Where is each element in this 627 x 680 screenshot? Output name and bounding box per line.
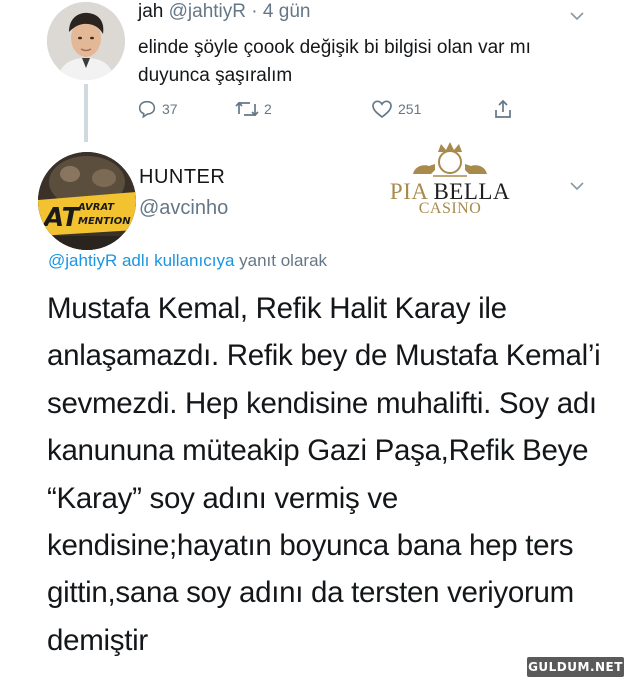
tweet-timestamp[interactable]: 4 gün — [263, 1, 311, 22]
user-handle[interactable]: @avcinho — [139, 197, 228, 220]
svg-text:MENTION: MENTION — [78, 216, 131, 227]
profile-photo-icon — [47, 2, 125, 80]
like-count: 251 — [398, 101, 422, 117]
heart-icon — [372, 100, 392, 119]
share-button[interactable] — [492, 98, 514, 120]
tweet-menu-button[interactable] — [569, 178, 585, 196]
avatar-badge-icon: AT AVRAT MENTION — [38, 152, 136, 250]
tweet-text: Mustafa Kemal, Refik Halit Karay ile anl… — [47, 292, 601, 657]
reply-context: @jahtiyR adlı kullanıcıya yanıt olarak — [48, 251, 327, 271]
mention-link[interactable]: @jahtiyR adlı kullanıcıya — [48, 251, 234, 270]
separator-dot: · — [251, 1, 258, 22]
avatar[interactable] — [47, 2, 125, 80]
casino-watermark-logo: PIA BELLA CASINO — [375, 140, 525, 220]
brand-sub: CASINO — [418, 200, 482, 217]
reply-context-suffix: yanıt olarak — [239, 251, 328, 270]
svg-text:AT: AT — [42, 203, 82, 233]
chevron-down-icon — [570, 12, 584, 21]
display-name[interactable]: HUNTER — [139, 166, 225, 189]
thread-connector — [84, 84, 88, 142]
user-handle[interactable]: @jahtiyR — [169, 1, 246, 22]
display-name[interactable]: jah — [138, 1, 163, 22]
avatar[interactable]: AT AVRAT MENTION — [38, 152, 136, 250]
reply-icon — [138, 100, 156, 119]
reply-count: 37 — [162, 101, 178, 117]
retweet-icon — [235, 101, 259, 117]
crown-lions-icon — [413, 142, 487, 177]
like-button[interactable]: 251 — [370, 98, 421, 120]
svg-text:AVRAT: AVRAT — [77, 202, 115, 213]
retweet-count: 2 — [264, 101, 272, 117]
tweet-menu-button[interactable] — [569, 8, 585, 26]
reply-button[interactable]: 37 — [136, 98, 178, 120]
site-watermark: GULDUM.NET — [527, 657, 624, 677]
tweet-text: elinde şöyle çoook değişik bi bilgisi ol… — [138, 37, 531, 86]
share-icon — [495, 99, 511, 118]
tweet-actions: 37 2 251 — [136, 98, 526, 126]
chevron-down-icon — [570, 182, 584, 191]
tweet-header: jah @jahtiyR · 4 gün — [138, 0, 310, 24]
retweet-button[interactable]: 2 — [234, 98, 272, 120]
